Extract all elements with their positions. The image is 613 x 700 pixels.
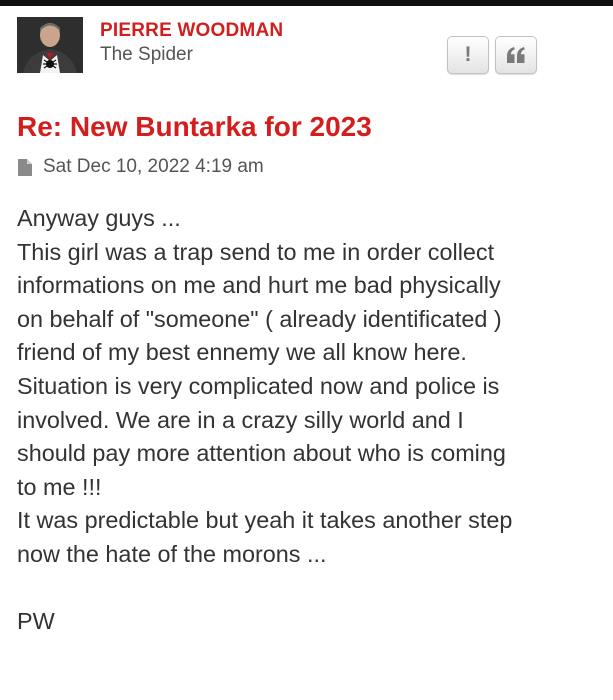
file-icon — [18, 158, 32, 176]
post-line: Situation is very complicated now and po… — [17, 372, 500, 399]
post-date: Sat Dec 10, 2022 4:19 am — [43, 156, 264, 177]
post-line: should pay more attention about who is c… — [17, 440, 506, 467]
post-line: It was predictable but yeah it takes ano… — [17, 507, 513, 534]
post-line: This girl was a trap send to me in order… — [17, 238, 495, 265]
top-border — [0, 0, 613, 6]
post-line: informations on me and hurt me bad physi… — [17, 272, 501, 299]
post-line: on behalf of "someone" ( already identif… — [17, 305, 502, 332]
post-line: Anyway guys ... — [17, 205, 181, 231]
avatar-image — [17, 17, 83, 73]
post-line: friend of my best ennemy we all know her… — [17, 339, 467, 366]
signature: PW — [17, 608, 55, 635]
post-line: to me !!! — [17, 473, 102, 500]
post-content: Anyway guys ... This girl was a trap sen… — [17, 202, 607, 639]
post-meta: Sat Dec 10, 2022 4:19 am — [18, 156, 264, 178]
quote-button[interactable] — [495, 36, 537, 74]
post-line: involved. We are in a crazy silly world … — [17, 406, 464, 433]
author-rank: The Spider — [100, 44, 193, 65]
quote-icon — [507, 47, 525, 63]
post-line: now the hate of the morons ... — [17, 540, 327, 567]
avatar[interactable] — [17, 17, 83, 73]
report-icon: ! — [464, 43, 472, 66]
author-name[interactable]: PIERRE WOODMAN — [100, 20, 283, 42]
report-button[interactable]: ! — [447, 36, 489, 74]
post-title[interactable]: Re: New Buntarka for 2023 — [17, 110, 372, 144]
